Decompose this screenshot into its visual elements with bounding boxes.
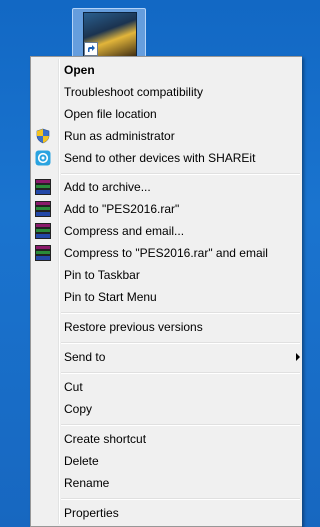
menu-item-label: Restore previous versions xyxy=(64,320,203,334)
context-menu: Open Troubleshoot compatibility Open fil… xyxy=(30,56,302,527)
menu-item-label: Send to xyxy=(64,350,106,364)
menu-item-label: Rename xyxy=(64,476,110,490)
menu-item-troubleshoot-compatibility[interactable]: Troubleshoot compatibility xyxy=(33,81,300,103)
winrar-icon xyxy=(35,223,51,239)
menu-separator xyxy=(61,173,300,175)
menu-item-add-to-rar[interactable]: Add to "PES2016.rar" xyxy=(33,198,300,220)
menu-item-label: Pin to Taskbar xyxy=(64,268,140,282)
menu-item-label: Add to "PES2016.rar" xyxy=(64,202,180,216)
menu-item-copy[interactable]: Copy xyxy=(33,398,300,420)
menu-item-delete[interactable]: Delete xyxy=(33,450,300,472)
menu-item-rename[interactable]: Rename xyxy=(33,472,300,494)
menu-item-pin-to-taskbar[interactable]: Pin to Taskbar xyxy=(33,264,300,286)
shortcut-arrow-icon xyxy=(84,42,98,56)
menu-item-label: Send to other devices with SHAREit xyxy=(64,151,256,165)
menu-item-label: Properties xyxy=(64,506,119,520)
menu-item-cut[interactable]: Cut xyxy=(33,376,300,398)
menu-item-open-file-location[interactable]: Open file location xyxy=(33,103,300,125)
menu-item-label: Open file location xyxy=(64,107,157,121)
winrar-icon xyxy=(35,245,51,261)
menu-item-run-as-administrator[interactable]: Run as administrator xyxy=(33,125,300,147)
menu-item-label: Pin to Start Menu xyxy=(64,290,157,304)
menu-item-send-to[interactable]: Send to xyxy=(33,346,300,368)
menu-item-compress-to-rar-and-email[interactable]: Compress to "PES2016.rar" and email xyxy=(33,242,300,264)
submenu-arrow-icon xyxy=(296,353,300,361)
winrar-icon xyxy=(35,201,51,217)
menu-item-send-shareit[interactable]: Send to other devices with SHAREit xyxy=(33,147,300,169)
menu-item-compress-and-email[interactable]: Compress and email... xyxy=(33,220,300,242)
winrar-icon xyxy=(35,179,51,195)
menu-item-label: Delete xyxy=(64,454,99,468)
menu-separator xyxy=(61,498,300,500)
menu-item-create-shortcut[interactable]: Create shortcut xyxy=(33,428,300,450)
menu-item-label: Compress to "PES2016.rar" and email xyxy=(64,246,268,260)
menu-separator xyxy=(61,424,300,426)
menu-separator xyxy=(61,312,300,314)
menu-item-add-to-archive[interactable]: Add to archive... xyxy=(33,176,300,198)
uac-shield-icon xyxy=(35,128,51,144)
menu-item-label: Cut xyxy=(64,380,83,394)
shareit-icon xyxy=(35,150,51,166)
menu-separator xyxy=(61,372,300,374)
menu-item-label: Add to archive... xyxy=(64,180,151,194)
menu-item-properties[interactable]: Properties xyxy=(33,502,300,524)
menu-separator xyxy=(61,342,300,344)
menu-item-label: Run as administrator xyxy=(64,129,175,143)
desktop-shortcut-icon[interactable] xyxy=(72,8,146,60)
menu-item-label: Create shortcut xyxy=(64,432,147,446)
menu-item-open[interactable]: Open xyxy=(33,59,300,81)
menu-item-pin-to-start-menu[interactable]: Pin to Start Menu xyxy=(33,286,300,308)
menu-item-label: Copy xyxy=(64,402,93,416)
menu-item-restore-previous-versions[interactable]: Restore previous versions xyxy=(33,316,300,338)
menu-item-label: Troubleshoot compatibility xyxy=(64,85,203,99)
menu-item-label: Compress and email... xyxy=(64,224,185,238)
menu-item-label: Open xyxy=(64,63,95,77)
